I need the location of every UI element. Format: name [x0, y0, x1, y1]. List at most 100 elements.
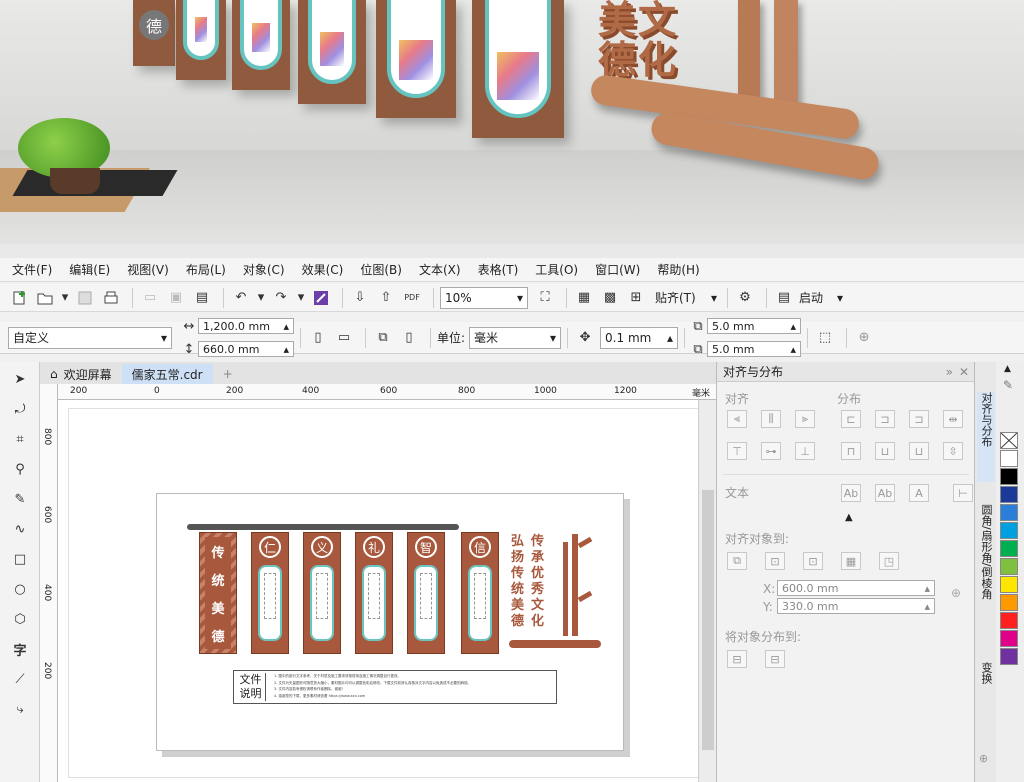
palette-scroll-up-icon[interactable]: ▲	[1004, 364, 1011, 374]
shape-tool-icon[interactable]: ⤾	[9, 398, 31, 420]
menu-help[interactable]: 帮助(H)	[657, 261, 699, 278]
menu-table[interactable]: 表格(T)	[478, 261, 519, 278]
slogan-column-1[interactable]: 弘扬传统美德	[511, 534, 527, 630]
distribute-right-icon[interactable]: ⊐	[909, 410, 929, 428]
add-tab-button[interactable]: +	[213, 364, 243, 384]
no-color-swatch[interactable]	[1000, 432, 1018, 449]
align-bottom-icon[interactable]: ⊥	[795, 442, 815, 460]
color-swatch[interactable]	[1000, 558, 1018, 575]
cut-icon[interactable]: ▭	[139, 287, 161, 309]
menu-layout[interactable]: 布局(L)	[186, 261, 226, 278]
all-pages-icon[interactable]: ⧉	[372, 327, 394, 349]
menu-edit[interactable]: 编辑(E)	[69, 261, 110, 278]
pillar-yi[interactable]: 义	[303, 532, 341, 654]
chevron-down-icon[interactable]: ▾	[837, 291, 843, 305]
full-screen-icon[interactable]: ⛶	[534, 287, 556, 309]
distribute-bottom-icon[interactable]: ⊔	[909, 442, 929, 460]
text-bbox-icon[interactable]: ⊢	[953, 484, 973, 502]
close-icon[interactable]: ✕	[959, 365, 969, 379]
dropdown-arrow-icon[interactable]: ▾	[296, 287, 306, 309]
x-position-field[interactable]: 600.0 mm ▴	[777, 580, 935, 596]
menu-text[interactable]: 文本(X)	[419, 261, 461, 278]
menu-file[interactable]: 文件(F)	[12, 261, 52, 278]
align-to-page-edge-icon[interactable]: ⊡	[765, 552, 785, 570]
y-position-field[interactable]: 330.0 mm ▴	[777, 598, 935, 614]
new-document-icon[interactable]	[8, 287, 30, 309]
color-swatch[interactable]	[1000, 612, 1018, 629]
show-grid-icon[interactable]: ▩	[599, 287, 621, 309]
align-to-page-center-icon[interactable]: ⊡	[803, 552, 823, 570]
align-to-grid-icon[interactable]: ▦	[841, 552, 861, 570]
redo-icon[interactable]: ↷	[270, 287, 292, 309]
align-top-icon[interactable]: ⊤	[727, 442, 747, 460]
color-swatch[interactable]	[1000, 648, 1018, 665]
drawing-canvas[interactable]: 传 统 美 德 仁 义 礼 智 信 弘扬传统美德 传承优秀文化 文件说明 1. …	[58, 400, 716, 782]
text-line-icon[interactable]: Ab	[875, 484, 895, 502]
distribute-center-v-icon[interactable]: ⊔	[875, 442, 895, 460]
color-swatch[interactable]	[1000, 504, 1018, 521]
spin-arrows-icon[interactable]: ▴	[924, 582, 930, 595]
spin-arrows-icon[interactable]: ▴	[924, 600, 930, 613]
color-swatch[interactable]	[1000, 486, 1018, 503]
duplicate-y-field[interactable]: 5.0 mm ▴	[707, 341, 802, 357]
color-swatch[interactable]	[1000, 450, 1018, 467]
pillar-zhi[interactable]: 智	[407, 532, 445, 654]
page-size-select[interactable]: 自定义 ▾	[8, 326, 172, 349]
distribute-to-page-icon[interactable]: ⊟	[765, 650, 785, 668]
pillar-tradition[interactable]: 传 统 美 德	[199, 532, 237, 654]
print-icon[interactable]	[100, 287, 122, 309]
duplicate-x-field[interactable]: 5.0 mm ▴	[707, 318, 802, 334]
distribute-to-selection-icon[interactable]: ⊟	[727, 650, 747, 668]
align-right-icon[interactable]: ⫸	[795, 410, 815, 428]
align-to-point-icon[interactable]: ◳	[879, 552, 899, 570]
connector-tool-icon[interactable]: ⤷	[9, 698, 31, 720]
show-rulers-icon[interactable]: ▦	[573, 287, 595, 309]
color-swatch[interactable]	[1000, 630, 1018, 647]
file-notes-box[interactable]: 文件说明 1. 图中的部分文字参考，关于材质及施工要求请按现场及施工情况调整自行…	[233, 670, 557, 704]
undo-icon[interactable]: ↶	[230, 287, 252, 309]
copy-icon[interactable]: ▣	[165, 287, 187, 309]
color-swatch[interactable]	[1000, 522, 1018, 539]
units-select[interactable]: 毫米 ▾	[469, 326, 562, 349]
tab-transform[interactable]: 变换	[977, 662, 995, 712]
distribute-center-h-icon[interactable]: ⊐	[875, 410, 895, 428]
portrait-icon[interactable]: ▯	[307, 327, 329, 349]
snap-to-select[interactable]: 贴齐(T) ▾	[651, 287, 721, 309]
page-height-field[interactable]: 660.0 mm ▴	[198, 341, 294, 357]
import-icon[interactable]: ⇩	[349, 287, 371, 309]
distribute-top-icon[interactable]: ⊓	[841, 442, 861, 460]
tab-welcome[interactable]: ⌂ 欢迎屏幕	[40, 364, 122, 384]
pillar-xin[interactable]: 信	[461, 532, 499, 654]
open-folder-icon[interactable]	[34, 287, 56, 309]
crop-tool-icon[interactable]: ⌗	[9, 428, 31, 450]
spin-arrows-icon[interactable]: ▴	[791, 320, 797, 333]
rectangle-tool-icon[interactable]: □	[9, 548, 31, 570]
nudge-distance-field[interactable]: 0.1 mm ▴	[600, 326, 679, 349]
color-swatch[interactable]	[1000, 594, 1018, 611]
pillar-ren[interactable]: 仁	[251, 532, 289, 654]
tab-document[interactable]: 儒家五常.cdr	[121, 364, 213, 384]
color-swatch[interactable]	[1000, 468, 1018, 485]
target-icon[interactable]: ⊕	[951, 586, 961, 600]
freehand-tool-icon[interactable]: ✎	[9, 488, 31, 510]
spin-arrows-icon[interactable]: ▴	[283, 343, 289, 356]
menu-effects[interactable]: 效果(C)	[302, 261, 344, 278]
ellipse-tool-icon[interactable]: ○	[9, 578, 31, 600]
distribute-spacing-h-icon[interactable]: ⇹	[943, 410, 963, 428]
zoom-level-select[interactable]: 10% ▾	[440, 286, 528, 309]
menu-window[interactable]: 窗口(W)	[595, 261, 640, 278]
add-docker-icon[interactable]: ⊕	[979, 752, 988, 765]
text-cap-icon[interactable]: A	[909, 484, 929, 502]
align-to-active-icon[interactable]: ⧉	[727, 552, 747, 570]
collapse-icon[interactable]: »	[946, 365, 953, 379]
page-width-field[interactable]: 1,200.0 mm ▴	[198, 318, 294, 334]
menu-tools[interactable]: 工具(O)	[535, 261, 578, 278]
text-baseline-icon[interactable]: Ab	[841, 484, 861, 502]
zoom-tool-icon[interactable]: ⚲	[9, 458, 31, 480]
spin-arrows-icon[interactable]: ▴	[283, 320, 289, 333]
vertical-scrollbar[interactable]	[698, 400, 716, 782]
menu-object[interactable]: 对象(C)	[243, 261, 285, 278]
gear-icon[interactable]: ⚙	[734, 287, 756, 309]
dropdown-arrow-icon[interactable]: ▾	[256, 287, 266, 309]
show-guidelines-icon[interactable]: ⊞	[625, 287, 647, 309]
